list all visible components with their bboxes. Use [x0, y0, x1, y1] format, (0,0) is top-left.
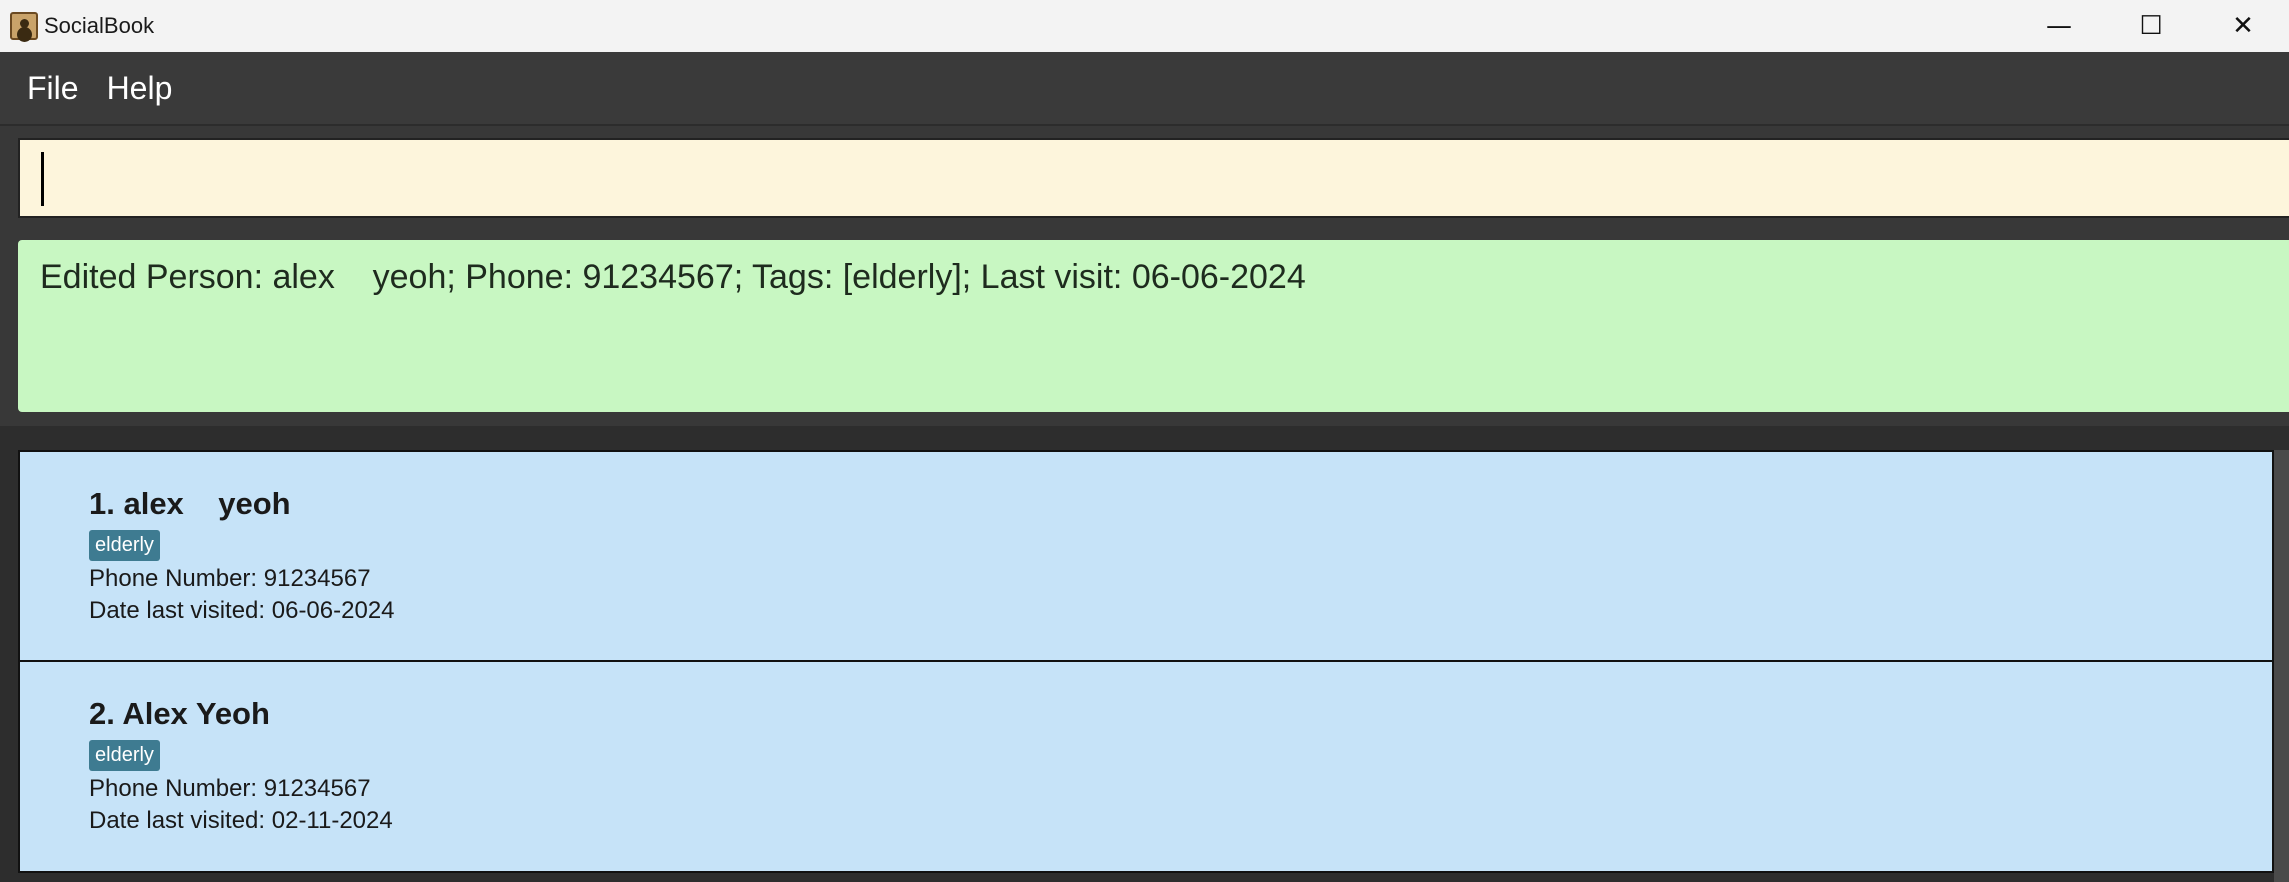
person-card[interactable]: 1. alex yeoh elderly Phone Number: 91234… [18, 450, 2274, 662]
person-last-visit: Date last visited: 06-06-2024 [89, 597, 395, 624]
result-message: Edited Person: alex yeoh; Phone: 9123456… [40, 258, 1306, 296]
command-input[interactable] [18, 138, 2289, 218]
close-button[interactable]: ✕ [2197, 0, 2289, 52]
minimize-icon: — [2046, 11, 2072, 41]
tag-badge: elderly [89, 530, 160, 561]
title-bar: SocialBook — ☐ ✕ [0, 0, 2289, 52]
result-area: Edited Person: alex yeoh; Phone: 9123456… [0, 226, 2289, 426]
person-name: 1. alex yeoh [89, 486, 291, 521]
close-icon: ✕ [2232, 11, 2254, 41]
list-scrollbar[interactable] [2274, 450, 2289, 882]
minimize-button[interactable]: — [2013, 0, 2105, 52]
person-last-visit: Date last visited: 02-11-2024 [89, 807, 393, 834]
person-card-body: 1. alex yeoh elderly Phone Number: 91234… [89, 486, 395, 625]
menu-help[interactable]: Help [107, 70, 173, 107]
window-title: SocialBook [44, 13, 155, 38]
person-phone: Phone Number: 91234567 [89, 565, 371, 592]
person-list-panel: 1. alex yeoh elderly Phone Number: 91234… [0, 426, 2289, 882]
maximize-button[interactable]: ☐ [2105, 0, 2197, 52]
address-book-icon [10, 12, 38, 40]
menu-bar: File Help [0, 52, 2289, 124]
text-caret [41, 152, 44, 206]
tag-badge: elderly [89, 740, 160, 771]
maximize-icon: ☐ [2139, 11, 2163, 41]
menu-file[interactable]: File [27, 70, 79, 107]
person-card-body: 2. Alex Yeoh elderly Phone Number: 91234… [89, 696, 393, 835]
person-name: 2. Alex Yeoh [89, 696, 270, 731]
person-phone: Phone Number: 91234567 [89, 775, 371, 802]
window-controls: — ☐ ✕ [2013, 0, 2289, 52]
person-card[interactable]: 2. Alex Yeoh elderly Phone Number: 91234… [18, 662, 2274, 873]
command-area [0, 124, 2289, 226]
person-list[interactable]: 1. alex yeoh elderly Phone Number: 91234… [18, 450, 2274, 882]
result-display[interactable]: Edited Person: alex yeoh; Phone: 9123456… [18, 240, 2289, 412]
